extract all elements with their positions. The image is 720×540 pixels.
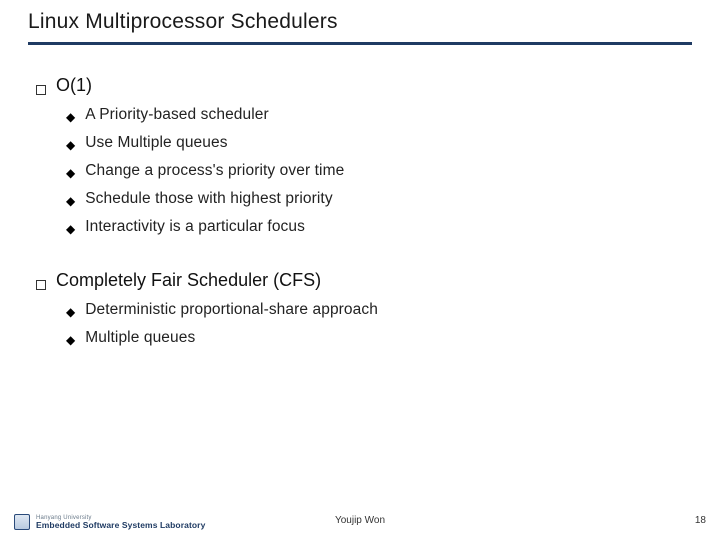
page-number: 18: [695, 515, 706, 526]
diamond-bullet-icon: ◆: [66, 223, 75, 235]
list-item-text: A Priority-based scheduler: [85, 106, 269, 124]
diamond-bullet-icon: ◆: [66, 111, 75, 123]
slide: Linux Multiprocessor Schedulers O(1) ◆ A…: [0, 0, 720, 540]
logo-badge-icon: [14, 514, 30, 530]
list-item-text: Change a process's priority over time: [85, 162, 344, 180]
logo-text: Hanyang University Embedded Software Sys…: [36, 515, 205, 530]
diamond-bullet-icon: ◆: [66, 139, 75, 151]
page-title: Linux Multiprocessor Schedulers: [28, 10, 692, 34]
list-item: ◆ Deterministic proportional-share appro…: [66, 301, 688, 319]
list-item: ◆ A Priority-based scheduler: [66, 106, 688, 124]
list-item: ◆ Multiple queues: [66, 329, 688, 347]
diamond-bullet-icon: ◆: [66, 195, 75, 207]
list-item-text: Multiple queues: [85, 329, 195, 347]
diamond-bullet-icon: ◆: [66, 306, 75, 318]
footer: Hanyang University Embedded Software Sys…: [0, 502, 720, 532]
list-item-text: Deterministic proportional-share approac…: [85, 301, 378, 319]
section-heading-text: Completely Fair Scheduler (CFS): [56, 270, 321, 291]
list-item-text: Schedule those with highest priority: [85, 190, 332, 208]
slide-body: O(1) ◆ A Priority-based scheduler ◆ Use …: [0, 51, 720, 347]
square-bullet-icon: [36, 85, 46, 95]
diamond-bullet-icon: ◆: [66, 167, 75, 179]
title-area: Linux Multiprocessor Schedulers: [0, 0, 720, 51]
section-gap: [36, 246, 688, 264]
square-bullet-icon: [36, 280, 46, 290]
section-heading: Completely Fair Scheduler (CFS): [36, 270, 688, 291]
footer-author: Youjip Won: [335, 515, 385, 526]
list-item: ◆ Interactivity is a particular focus: [66, 218, 688, 236]
diamond-bullet-icon: ◆: [66, 334, 75, 346]
list-item: ◆ Use Multiple queues: [66, 134, 688, 152]
logo-lab: Embedded Software Systems Laboratory: [36, 521, 205, 530]
list-item: ◆ Schedule those with highest priority: [66, 190, 688, 208]
lab-logo: Hanyang University Embedded Software Sys…: [14, 514, 205, 530]
title-rule: [28, 42, 692, 45]
list-item: ◆ Change a process's priority over time: [66, 162, 688, 180]
list-item-text: Interactivity is a particular focus: [85, 218, 305, 236]
list-item-text: Use Multiple queues: [85, 134, 227, 152]
section-heading: O(1): [36, 75, 688, 96]
section-heading-text: O(1): [56, 75, 92, 96]
